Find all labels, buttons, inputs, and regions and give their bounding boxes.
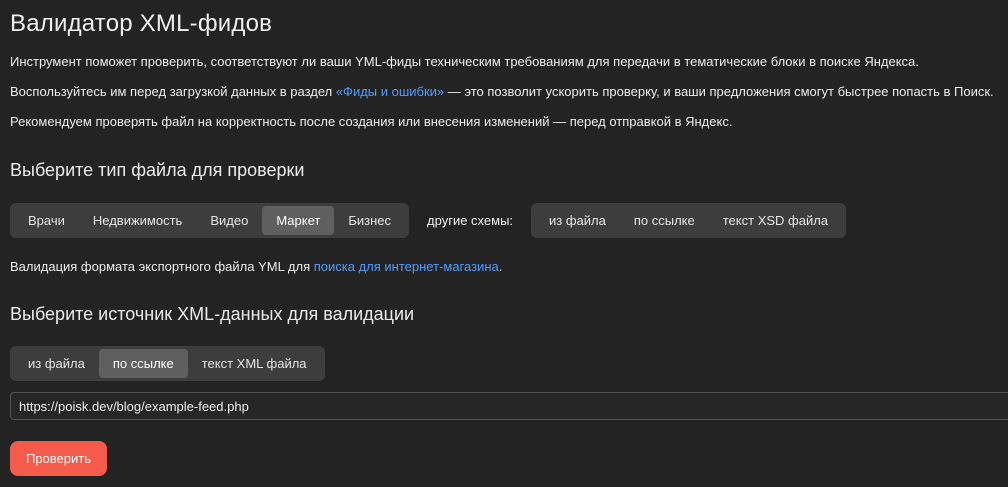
feed-url-input[interactable] (10, 392, 1008, 420)
source-segmented-control: из файла по ссылке текст XML файла (10, 346, 325, 381)
shop-search-link[interactable]: поиска для интернет-магазина (314, 259, 499, 274)
schema-option-doctors[interactable]: Врачи (14, 206, 79, 235)
page-title: Валидатор XML-фидов (10, 10, 273, 37)
feeds-errors-link[interactable]: «Фиды и ошибки» (336, 84, 444, 99)
other-schema-from-file[interactable]: из файла (535, 206, 620, 235)
intro-line-2: Воспользуйтесь им перед загрузкой данных… (10, 84, 994, 99)
file-type-selector: Врачи Недвижимость Видео Маркет Бизнес д… (10, 203, 847, 238)
schema-option-business[interactable]: Бизнес (334, 206, 405, 235)
intro-line-2-start: Воспользуйтесь им перед загрузкой данных… (10, 84, 336, 99)
other-schema-xsd-text[interactable]: текст XSD файла (709, 206, 842, 235)
schema-option-market[interactable]: Маркет (262, 206, 335, 235)
source-option-file[interactable]: из файла (14, 349, 99, 378)
other-schemas-label: другие схемы: (427, 213, 514, 228)
check-button[interactable]: Проверить (10, 441, 107, 476)
source-heading: Выберите источник XML-данных для валидац… (10, 304, 415, 324)
source-option-link[interactable]: по ссылке (98, 349, 188, 378)
format-hint-text: Валидация формата экспортного файла YML … (10, 259, 314, 274)
schema-option-realty[interactable]: Недвижимость (79, 206, 196, 235)
intro-line-3: Рекомендуем проверять файл на корректнос… (10, 114, 733, 129)
file-type-heading: Выберите тип файла для проверки (10, 160, 305, 180)
format-hint: Валидация формата экспортного файла YML … (10, 259, 502, 274)
other-schema-segmented-control: из файла по ссылке текст XSD файла (531, 203, 847, 238)
format-hint-end: . (498, 259, 503, 274)
intro-line-1: Инструмент поможет проверить, соответств… (10, 54, 919, 69)
source-option-xml-text[interactable]: текст XML файла (188, 349, 321, 378)
source-selector: из файла по ссылке текст XML файла (10, 346, 325, 381)
schema-segmented-control: Врачи Недвижимость Видео Маркет Бизнес (10, 203, 410, 238)
schema-option-video[interactable]: Видео (196, 206, 262, 235)
other-schema-by-link[interactable]: по ссылке (620, 206, 709, 235)
intro-line-2-end: — это позволит ускорить проверку, и ваши… (444, 84, 994, 99)
